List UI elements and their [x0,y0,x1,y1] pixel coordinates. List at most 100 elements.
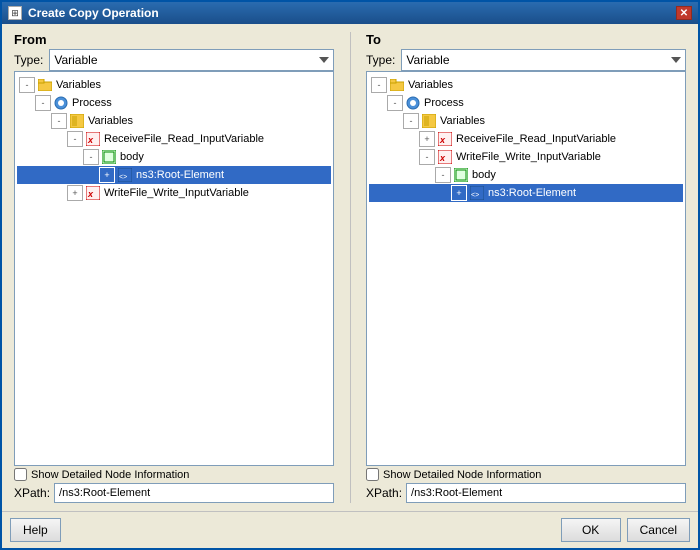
content-area: From Type: Variable - Variables [2,24,698,511]
from-tree[interactable]: - Variables - [14,71,334,466]
svg-text:x: x [87,189,94,199]
node-label: Variables [408,79,453,91]
tree-node: + x WriteFile_Write_InputVariable [17,184,331,202]
to-xpath-row: XPath: [366,483,686,503]
expander[interactable]: + [419,131,435,147]
footer-right: OK Cancel [561,518,690,542]
expander[interactable]: - [387,95,403,111]
folder-icon [389,77,405,93]
node-label: body [120,151,144,163]
close-button[interactable]: ✕ [676,6,692,20]
node-label: Process [72,97,112,109]
tree-node: - Variables [369,112,683,202]
from-xpath-label: XPath: [14,486,50,500]
panel-separator [346,32,354,503]
tree-node: - Process - [369,94,683,202]
from-bottom: Show Detailed Node Information [14,466,334,483]
from-show-detailed-checkbox[interactable] [14,468,27,481]
tree-row[interactable]: - x ReceiveFile_Read_InputVariable [17,130,331,148]
expander[interactable]: - [35,95,51,111]
to-show-detailed: Show Detailed Node Information [366,468,541,481]
node-label: WriteFile_Write_InputVariable [104,187,249,199]
tree-row[interactable]: - Process [17,94,331,112]
tree-row[interactable]: - body [17,148,331,166]
element-icon: <> [469,185,485,201]
to-type-row: Type: Variable [366,49,686,71]
title-bar-left: ⊞ Create Copy Operation [8,6,159,20]
tree-row[interactable]: - Variables [17,112,331,130]
tree-row-selected[interactable]: + <> ns3:Root-Element [17,166,331,184]
tree-row[interactable]: - Variables [17,76,331,94]
variable-icon: x [437,149,453,165]
node-label: body [472,169,496,181]
to-panel-title: To [366,32,686,49]
node-label: ReceiveFile_Read_InputVariable [104,133,264,145]
node-label: ns3:Root-Element [488,187,576,199]
node-label: Variables [88,115,133,127]
expander[interactable]: + [451,185,467,201]
folder-icon [37,77,53,93]
tree-row[interactable]: - x WriteFile_Write_InputVariable [369,148,683,166]
to-type-label: Type: [366,53,395,67]
from-type-select[interactable]: Variable [49,49,334,71]
node-label: Process [424,97,464,109]
expander[interactable]: - [371,77,387,93]
tree-node: - Variables - Process [369,76,683,202]
tree-node: - Variables [17,112,331,202]
help-button[interactable]: Help [10,518,61,542]
expander[interactable]: - [51,113,67,129]
vars-icon [69,113,85,129]
process-icon [405,95,421,111]
body-icon [453,167,469,183]
to-type-select[interactable]: Variable [401,49,686,71]
tree-node: + x ReceiveFile_Read_InputVariable [369,130,683,148]
tree-row[interactable]: - Process [369,94,683,112]
window-title: Create Copy Operation [28,6,159,20]
svg-text:<>: <> [471,192,479,199]
ok-button[interactable]: OK [561,518,621,542]
expander[interactable]: + [67,185,83,201]
tree-node: + <> ns3:Root-Element [17,166,331,184]
to-xpath-input[interactable] [406,483,686,503]
node-label: WriteFile_Write_InputVariable [456,151,601,163]
body-icon [101,149,117,165]
node-label: ReceiveFile_Read_InputVariable [456,133,616,145]
to-show-detailed-label: Show Detailed Node Information [383,469,541,481]
from-panel-title: From [14,32,334,49]
svg-text:x: x [439,135,446,145]
expander[interactable]: - [419,149,435,165]
title-bar: ⊞ Create Copy Operation ✕ [2,2,698,24]
variable-icon: x [85,185,101,201]
from-xpath-input[interactable] [54,483,334,503]
process-icon [53,95,69,111]
expander[interactable]: - [19,77,35,93]
tree-row[interactable]: - Variables [369,76,683,94]
main-window: ⊞ Create Copy Operation ✕ From Type: Var… [0,0,700,550]
variable-icon: x [85,131,101,147]
to-xpath-label: XPath: [366,486,402,500]
node-label: ns3:Root-Element [136,169,224,181]
expander[interactable]: - [67,131,83,147]
tree-row-selected[interactable]: + <> ns3:Root-Element [369,184,683,202]
window-icon: ⊞ [8,6,22,20]
svg-text:x: x [439,153,446,163]
expander[interactable]: - [83,149,99,165]
tree-node: - x ReceiveFile_Read_InputVariable [17,130,331,184]
tree-row[interactable]: + x ReceiveFile_Read_InputVariable [369,130,683,148]
tree-node: - Process - [17,94,331,202]
tree-row[interactable]: - Variables [369,112,683,130]
vars-icon [421,113,437,129]
to-panel: To Type: Variable - Variables [362,32,690,503]
tree-row[interactable]: - body [369,166,683,184]
tree-row[interactable]: + x WriteFile_Write_InputVariable [17,184,331,202]
cancel-button[interactable]: Cancel [627,518,690,542]
element-icon: <> [117,167,133,183]
to-tree[interactable]: - Variables - Process [366,71,686,466]
expander[interactable]: + [99,167,115,183]
variable-icon: x [437,131,453,147]
tree-node: + <> ns3:Root-Element [369,184,683,202]
expander[interactable]: - [435,167,451,183]
tree-node: - Variables - [17,76,331,202]
expander[interactable]: - [403,113,419,129]
to-show-detailed-checkbox[interactable] [366,468,379,481]
